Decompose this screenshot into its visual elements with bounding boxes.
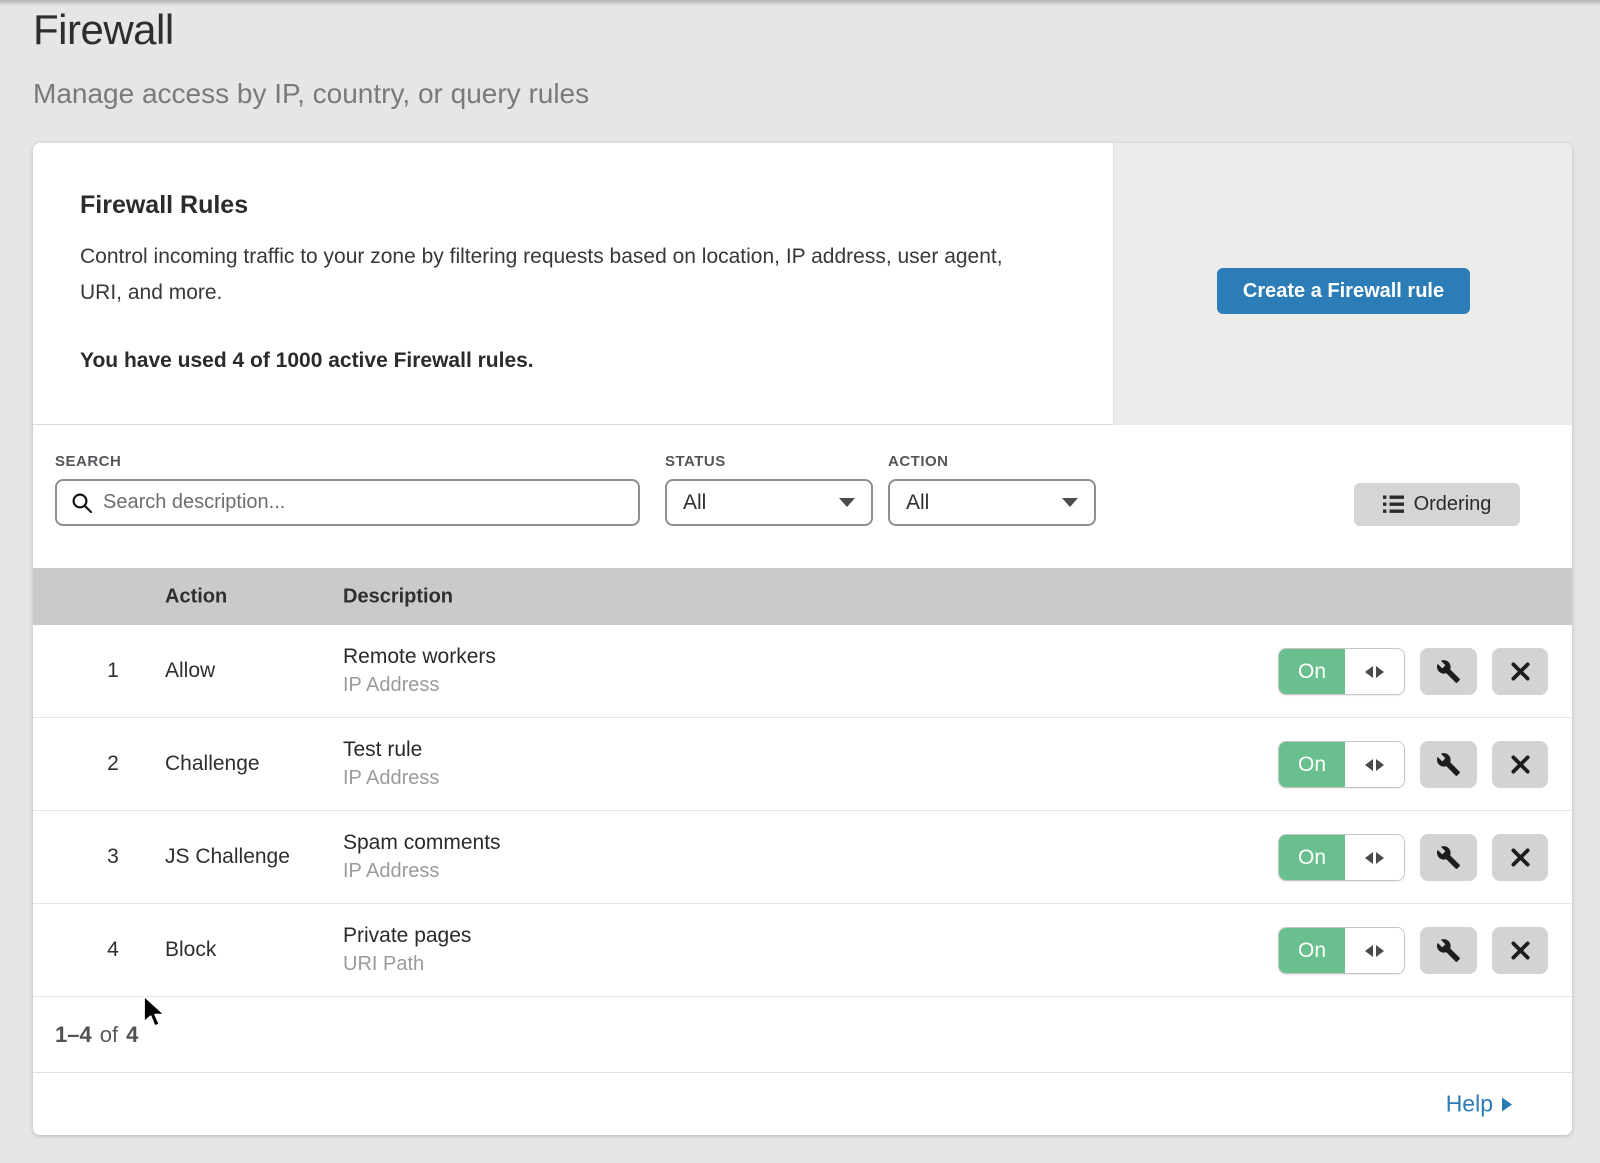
rule-priority: 3	[93, 845, 133, 869]
rules-usage-text: You have used 4 of 1000 active Firewall …	[80, 349, 534, 373]
ordering-button-label: Ordering	[1414, 493, 1492, 516]
help-arrow-icon	[1502, 1097, 1512, 1111]
rule-match-type: URI Path	[343, 953, 471, 976]
wrench-icon	[1436, 659, 1461, 684]
toggle-arrows-icon	[1376, 666, 1384, 678]
help-link[interactable]: Help	[1446, 1091, 1512, 1118]
delete-rule-button[interactable]	[1492, 927, 1548, 974]
edit-rule-button[interactable]	[1420, 834, 1477, 881]
table-row: 2 Challenge Test rule IP Address On	[33, 718, 1572, 811]
toggle-handle[interactable]	[1345, 835, 1404, 880]
delete-rule-button[interactable]	[1492, 648, 1548, 695]
toggle-arrows-icon	[1376, 945, 1384, 957]
rule-description: Remote workers	[343, 645, 496, 669]
rule-description: Private pages	[343, 924, 471, 948]
rule-description-cell: Private pages URI Path	[343, 924, 471, 976]
firewall-rules-card: Firewall Rules Control incoming traffic …	[33, 143, 1572, 425]
rule-priority: 2	[93, 752, 133, 776]
top-edge-shadow	[0, 0, 1600, 6]
action-label: ACTION	[888, 453, 949, 470]
x-icon	[1510, 940, 1531, 961]
x-icon	[1510, 847, 1531, 868]
rule-priority: 4	[93, 938, 133, 962]
firewall-rules-panel: Firewall Rules Control incoming traffic …	[33, 143, 1572, 1135]
filters-bar: SEARCH STATUS All ACTION All Ordering	[33, 425, 1572, 568]
toggle-on-label: On	[1279, 928, 1345, 973]
action-selected-value: All	[906, 491, 929, 515]
rule-enabled-toggle[interactable]: On	[1278, 927, 1405, 974]
rule-description-cell: Test rule IP Address	[343, 738, 439, 790]
toggle-arrows-icon	[1365, 852, 1373, 864]
caret-down-icon	[839, 498, 855, 507]
x-icon	[1510, 754, 1531, 775]
status-selected-value: All	[683, 491, 706, 515]
pagination-of: of	[100, 1022, 118, 1048]
action-select[interactable]: All	[888, 479, 1096, 526]
rule-action: Allow	[165, 659, 215, 683]
rule-match-type: IP Address	[343, 860, 501, 883]
rule-description-cell: Spam comments IP Address	[343, 831, 501, 883]
ordering-button[interactable]: Ordering	[1354, 483, 1520, 526]
panel-footer: Help	[33, 1073, 1572, 1135]
toggle-arrows-icon	[1376, 852, 1384, 864]
delete-rule-button[interactable]	[1492, 834, 1548, 881]
rule-match-type: IP Address	[343, 674, 496, 697]
table-row: 4 Block Private pages URI Path On	[33, 904, 1572, 997]
edit-rule-button[interactable]	[1420, 648, 1477, 695]
rule-action: JS Challenge	[165, 845, 290, 869]
page-title: Firewall	[33, 6, 174, 54]
rule-action: Block	[165, 938, 216, 962]
rule-description: Spam comments	[343, 831, 501, 855]
delete-rule-button[interactable]	[1492, 741, 1548, 788]
wrench-icon	[1436, 938, 1461, 963]
x-icon	[1510, 661, 1531, 682]
pagination-range: 1–4	[55, 1022, 92, 1048]
rule-match-type: IP Address	[343, 767, 439, 790]
rule-enabled-toggle[interactable]: On	[1278, 741, 1405, 788]
wrench-icon	[1436, 845, 1461, 870]
toggle-arrows-icon	[1376, 759, 1384, 771]
status-label: STATUS	[665, 453, 726, 470]
toggle-handle[interactable]	[1345, 928, 1404, 973]
rule-enabled-toggle[interactable]: On	[1278, 834, 1405, 881]
toggle-on-label: On	[1279, 649, 1345, 694]
toggle-arrows-icon	[1365, 666, 1373, 678]
create-rule-aside: Create a Firewall rule	[1113, 143, 1572, 425]
caret-down-icon	[1062, 498, 1078, 507]
toggle-on-label: On	[1279, 835, 1345, 880]
page-subtitle: Manage access by IP, country, or query r…	[33, 78, 589, 110]
table-row: 3 JS Challenge Spam comments IP Address …	[33, 811, 1572, 904]
rule-action: Challenge	[165, 752, 260, 776]
toggle-handle[interactable]	[1345, 742, 1404, 787]
toggle-handle[interactable]	[1345, 649, 1404, 694]
rule-description: Test rule	[343, 738, 439, 762]
pagination-total: 4	[126, 1022, 138, 1048]
toggle-arrows-icon	[1365, 759, 1373, 771]
rule-description-cell: Remote workers IP Address	[343, 645, 496, 697]
edit-rule-button[interactable]	[1420, 741, 1477, 788]
column-header-action: Action	[165, 585, 227, 608]
table-header: Action Description	[33, 568, 1572, 625]
ordering-icon	[1383, 495, 1404, 514]
wrench-icon	[1436, 752, 1461, 777]
rules-table-body: 1 Allow Remote workers IP Address On 2 C…	[33, 625, 1572, 997]
search-input[interactable]	[103, 491, 638, 514]
status-select[interactable]: All	[665, 479, 873, 526]
card-description: Control incoming traffic to your zone by…	[80, 239, 1040, 311]
toggle-on-label: On	[1279, 742, 1345, 787]
pagination-bar: 1–4 of 4	[33, 997, 1572, 1073]
toggle-arrows-icon	[1365, 945, 1373, 957]
search-field-wrapper[interactable]	[55, 479, 640, 526]
table-row: 1 Allow Remote workers IP Address On	[33, 625, 1572, 718]
card-heading: Firewall Rules	[80, 191, 248, 220]
create-firewall-rule-button[interactable]: Create a Firewall rule	[1217, 268, 1470, 314]
column-header-description: Description	[343, 585, 453, 608]
search-label: SEARCH	[55, 453, 121, 470]
search-icon	[71, 492, 93, 514]
rule-priority: 1	[93, 659, 133, 683]
rule-enabled-toggle[interactable]: On	[1278, 648, 1405, 695]
edit-rule-button[interactable]	[1420, 927, 1477, 974]
help-link-label: Help	[1446, 1091, 1493, 1118]
